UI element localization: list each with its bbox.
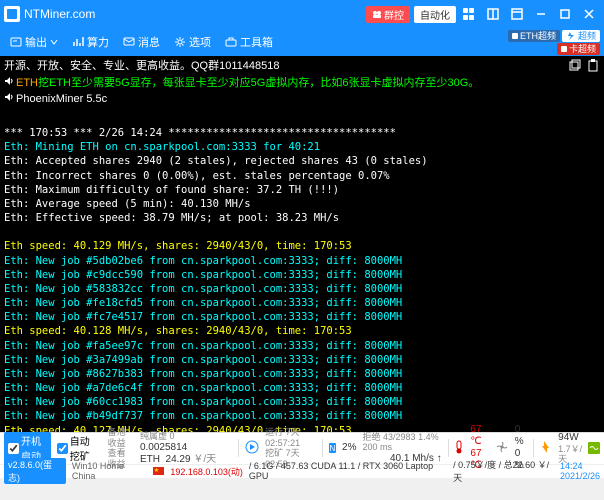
console-line: Eth speed: 40.128 MH/s, shares: 2940/43/… (4, 324, 600, 338)
speaker-icon (4, 91, 14, 108)
console-line: Eth: New job #a7de6c4f from cn.sparkpool… (4, 381, 600, 395)
banner-line3: PhoenixMiner 5.5c (4, 91, 600, 108)
main-toolbar: 输出 算力 消息 选项 工具箱 ETH超频 超频 卡超频 (0, 28, 604, 56)
layout-button[interactable] (482, 3, 504, 25)
console-line: Eth: Maximum difficulty of found share: … (4, 183, 600, 197)
compute-label: 算力 (87, 34, 109, 50)
close-button[interactable] (578, 3, 600, 25)
group-control-label: 群控 (384, 7, 404, 22)
nvidia-icon[interactable] (588, 442, 600, 454)
compute-tab[interactable]: 算力 (66, 31, 115, 53)
card-overclock-badge[interactable]: 卡超频 (557, 43, 600, 55)
power-icon (540, 440, 552, 457)
console-line: Eth: New job #3a7499ab from cn.sparkpool… (4, 353, 600, 367)
automation-button[interactable]: 自动化 (414, 6, 456, 23)
speaker-icon (4, 75, 14, 92)
system-stats: / 6.1G / 457.63 CUDA 11.1 / RTX 3060 Lap… (249, 461, 447, 481)
console-output[interactable]: *** 170:53 *** 2/26 14:24 **************… (0, 110, 604, 432)
gpu-pct: 2% (342, 442, 356, 454)
info-banner: 开源、开放、安全、专业、更高收益。QQ群1011448518 ETH挖ETH至少… (0, 56, 604, 110)
app-title: NTMiner.com (24, 7, 95, 21)
copy-icon[interactable] (586, 58, 600, 78)
banner-line2: ETH挖ETH至少需要5G显存，每张显卡至少对应5G虚拟内存，比如6张显卡虚拟内… (4, 75, 600, 92)
gpu-indicator-icon: N (329, 443, 336, 453)
console-line: Eth: New job #5db02be6 from cn.sparkpool… (4, 254, 600, 268)
console-line (4, 225, 600, 239)
console-line: Eth: Incorrect shares 0 (0.00%), est. st… (4, 169, 600, 183)
overclock-button[interactable]: 超频 (562, 30, 600, 42)
eth-overclock-badge[interactable]: ETH超频 (508, 30, 560, 42)
console-line: Eth: Mining ETH on cn.sparkpool.com:3333… (4, 140, 600, 154)
toolbox-tab[interactable]: 工具箱 (219, 31, 279, 53)
output-tab[interactable]: 输出 (4, 31, 64, 53)
console-line: *** 170:53 *** 2/26 14:24 **************… (4, 126, 600, 140)
console-line: Eth: New job #c9dcc590 from cn.sparkpool… (4, 268, 600, 282)
messages-label: 消息 (138, 34, 160, 50)
minimize-button[interactable] (530, 3, 552, 25)
output-label: 输出 (25, 34, 47, 50)
title-bar: NTMiner.com 群控 自动化 (0, 0, 604, 28)
options-label: 选项 (189, 34, 211, 50)
panel-button[interactable] (506, 3, 528, 25)
footer-time: 14:242021/2/26 (560, 461, 600, 481)
console-line: Eth: New job #fc7e4517 from cn.sparkpool… (4, 310, 600, 324)
messages-tab[interactable]: 消息 (117, 31, 166, 53)
console-line: Eth: New job #8627b383 from cn.sparkpool… (4, 367, 600, 381)
console-line: Eth: New job #583832cc from cn.sparkpool… (4, 282, 600, 296)
banner-line1: 开源、开放、安全、专业、更高收益。QQ群1011448518 (4, 58, 600, 75)
footer-bar: v2.8.6.0(蛋志) Win10 Home China ★ 192.168.… (0, 464, 604, 478)
console-line (4, 112, 600, 126)
version-badge[interactable]: v2.8.6.0(蛋志) (4, 458, 66, 484)
overclock-badges: ETH超频 超频 卡超频 (508, 30, 600, 55)
flag-icon: ★ (153, 467, 165, 475)
console-line: Eth speed: 40.129 MH/s, shares: 2940/43/… (4, 239, 600, 253)
app-logo-icon (4, 6, 20, 22)
power-values: 94W 1.7￥/天 (558, 432, 582, 466)
console-line: Eth: Accepted shares 2940 (2 stales), re… (4, 154, 600, 168)
console-line: Eth: New job #60cc1983 from cn.sparkpool… (4, 395, 600, 409)
console-line: Eth: Effective speed: 38.79 MH/s; at poo… (4, 211, 600, 225)
earnings-values: 纯属虚 0 0.0025814 ETH 24.29 ￥/天 (140, 431, 232, 466)
console-line: Eth: Average speed (5 min): 40.130 MH/s (4, 197, 600, 211)
fan-icon (495, 440, 509, 457)
options-tab[interactable]: 选项 (168, 31, 217, 53)
running-icon (245, 440, 259, 457)
group-control-button[interactable]: 群控 (366, 6, 410, 23)
toolbox-label: 工具箱 (240, 34, 273, 50)
reject-info: 拒绝 43/2983 1.4% 200 ms 40.1 Mh/s ↑ (363, 432, 442, 466)
maximize-button[interactable] (554, 3, 576, 25)
new-window-icon[interactable] (568, 58, 582, 78)
console-line: Eth: New job #fa5ee97c from cn.sparkpool… (4, 339, 600, 353)
os-label: Win10 Home China (72, 461, 147, 481)
console-line: Eth: New job #b49df737 from cn.sparkpool… (4, 409, 600, 423)
ip-address: 192.168.0.103(动) (170, 465, 243, 478)
temperature-icon (454, 440, 464, 457)
console-line: Eth: New job #fe18cfd5 from cn.sparkpool… (4, 296, 600, 310)
grid-view-button[interactable] (458, 3, 480, 25)
cost-stats: / 0.75￥/度 / 总22.60 ￥/天 (453, 458, 554, 484)
